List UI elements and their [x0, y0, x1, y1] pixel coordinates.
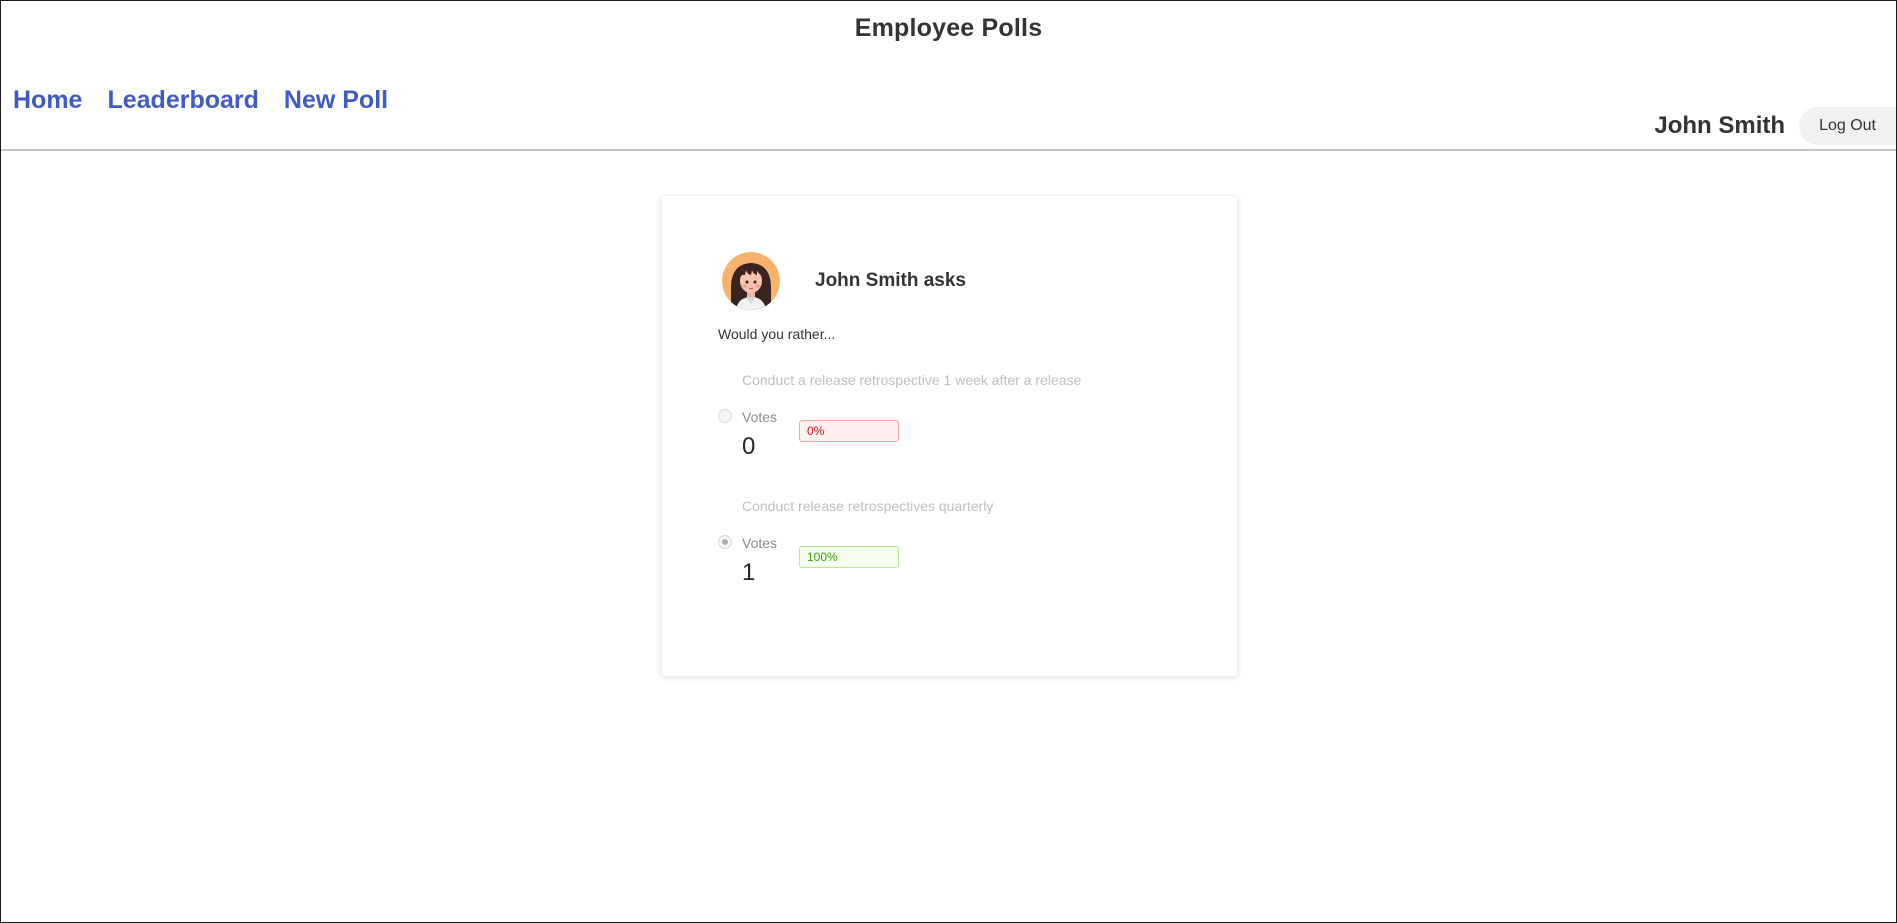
female-avatar-icon — [722, 252, 780, 310]
option-one-votes-count: 0 — [742, 433, 756, 460]
poll-author-label: John Smith asks — [815, 270, 966, 291]
header-divider — [1, 149, 1896, 151]
option-two-text: Conduct release retrospectives quarterly — [742, 498, 994, 514]
option-one-percentage-tag: 0% — [799, 420, 899, 442]
nav-new-poll-link[interactable]: New Poll — [284, 86, 388, 115]
poll-question: Would you rather... — [718, 326, 836, 342]
main-nav: Home Leaderboard New Poll — [13, 86, 388, 115]
app-window: Employee Polls Home Leaderboard New Poll… — [0, 1, 1896, 922]
option-two-percentage-tag: 100% — [799, 546, 899, 568]
option-two-radio[interactable] — [718, 535, 732, 549]
user-area: John Smith Log Out — [1654, 107, 1896, 145]
poll-author: John Smith asks — [722, 252, 966, 310]
option-one-radio[interactable] — [718, 409, 732, 423]
nav-home-link[interactable]: Home — [13, 86, 82, 115]
nav-leaderboard-link[interactable]: Leaderboard — [107, 86, 258, 115]
option-one-text: Conduct a release retrospective 1 week a… — [742, 372, 1082, 388]
current-user-name: John Smith — [1654, 112, 1786, 139]
option-one-votes-label: Votes — [742, 409, 778, 425]
option-two-votes-label: Votes — [742, 535, 778, 551]
poll-card: John Smith asks Would you rather... Cond… — [661, 195, 1238, 677]
page-title: Employee Polls — [854, 14, 1043, 42]
option-two-votes-count: 1 — [742, 559, 756, 586]
logout-button[interactable]: Log Out — [1799, 107, 1896, 145]
